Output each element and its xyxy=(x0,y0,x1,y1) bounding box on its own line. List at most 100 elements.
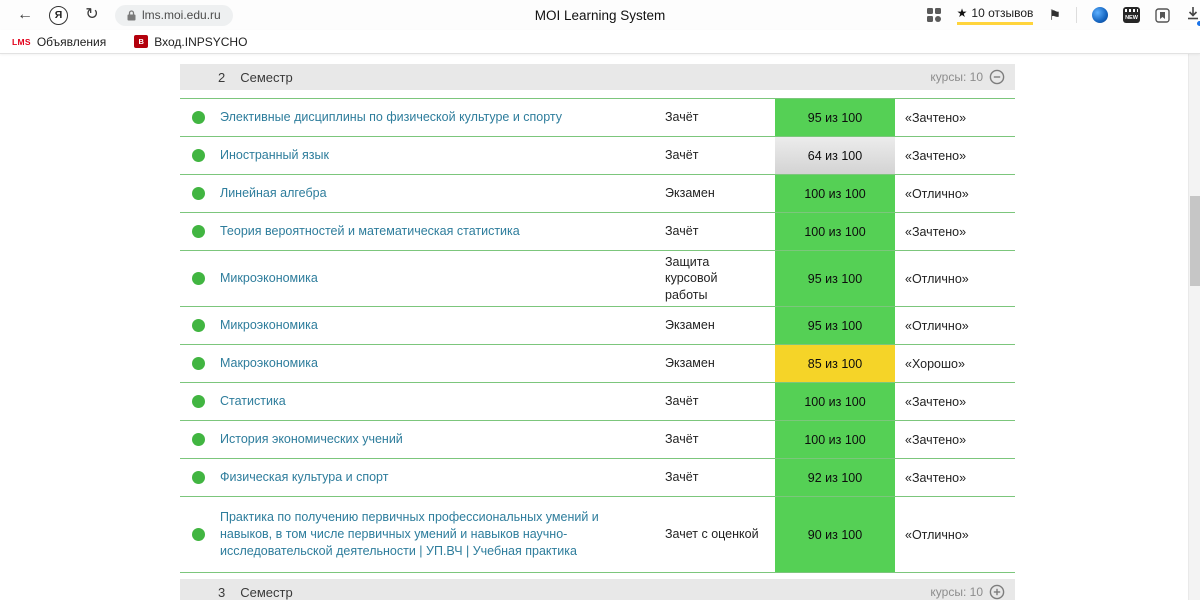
status-dot-icon xyxy=(192,433,205,446)
download-badge xyxy=(1196,19,1200,27)
reviews-label: 10 отзывов xyxy=(971,5,1034,20)
back-icon[interactable]: ← xyxy=(14,7,36,23)
table-row: Практика по получению первичных професси… xyxy=(180,497,1015,573)
grade-label: «Зачтено» xyxy=(905,148,967,163)
extension-new-icon[interactable]: NEW xyxy=(1123,7,1140,23)
score-cell: 95 из 100 xyxy=(775,99,895,136)
semester-2-header: 2 Семестр курсы: 10 xyxy=(180,64,1015,90)
grade-label: «Отлично» xyxy=(905,527,969,542)
score-value: 95 из 100 xyxy=(807,110,863,125)
scrollbar-track[interactable] xyxy=(1188,54,1200,600)
course-link[interactable]: Макроэкономика xyxy=(220,349,665,378)
course-link[interactable]: Физическая культура и спорт xyxy=(220,463,665,492)
status-dot-icon xyxy=(192,528,205,541)
score-cell: 95 из 100 xyxy=(775,251,895,306)
course-link[interactable]: Линейная алгебра xyxy=(220,179,665,208)
grade-label: «Зачтено» xyxy=(905,110,967,125)
score-cell: 100 из 100 xyxy=(775,383,895,420)
semester-title: Семестр xyxy=(240,584,293,600)
score-cell: 92 из 100 xyxy=(775,459,895,496)
status-dot-icon xyxy=(192,471,205,484)
grade-label: «Зачтено» xyxy=(905,432,967,447)
bookmark-label: Вход.INPSYCHO xyxy=(154,34,248,49)
collapse-icon[interactable] xyxy=(989,69,1005,85)
services-icon[interactable] xyxy=(926,7,942,23)
status-dot-icon xyxy=(192,395,205,408)
table-row: Линейная алгебра Экзамен 100 из 100 «Отл… xyxy=(180,175,1015,213)
score-value: 90 из 100 xyxy=(807,527,863,542)
assessment-type: Зачет с оценкой xyxy=(665,527,759,542)
star-icon: ★ xyxy=(956,5,968,20)
assessment-type: Зачёт xyxy=(665,432,699,447)
status-dot-icon xyxy=(192,111,205,124)
nav-group: ← Я ↻ xyxy=(14,5,103,25)
assessment-type: Экзамен xyxy=(665,318,715,333)
refresh-icon[interactable]: ↻ xyxy=(81,7,103,23)
course-link[interactable]: Микроэкономика xyxy=(220,264,665,293)
score-cell: 64 из 100 xyxy=(775,137,895,174)
bookmarks-bar: LMS Объявления В Вход.INPSYCHO xyxy=(0,30,1200,54)
expand-icon[interactable] xyxy=(989,584,1005,600)
status-dot-icon xyxy=(192,187,205,200)
yandex-icon[interactable]: Я xyxy=(49,5,68,25)
status-dot-icon xyxy=(192,319,205,332)
assessment-type: Зачёт xyxy=(665,110,699,125)
assessment-type: Зачёт xyxy=(665,224,699,239)
course-link[interactable]: Теория вероятностей и математическая ста… xyxy=(220,217,665,246)
status-dot-icon xyxy=(192,272,205,285)
course-link[interactable]: Микроэкономика xyxy=(220,311,665,340)
grade-label: «Зачтено» xyxy=(905,224,967,239)
semester-3-header: 3 Семестр курсы: 10 xyxy=(180,579,1015,600)
table-row: Теория вероятностей и математическая ста… xyxy=(180,213,1015,251)
table-row: Микроэкономика Экзамен 95 из 100 «Отличн… xyxy=(180,307,1015,345)
course-link[interactable]: Практика по получению первичных професси… xyxy=(220,503,665,566)
collections-icon[interactable] xyxy=(1155,7,1170,23)
page-viewport: 2 Семестр курсы: 10 Элективные дисциплин… xyxy=(0,54,1200,600)
inpsycho-favicon: В xyxy=(134,35,149,48)
courses-count: курсы: 10 xyxy=(930,70,983,84)
score-value: 100 из 100 xyxy=(804,224,866,239)
bookmark-flag-icon[interactable]: ⚑ xyxy=(1048,8,1061,22)
score-value: 100 из 100 xyxy=(804,186,866,201)
course-link[interactable]: Элективные дисциплины по физической куль… xyxy=(220,103,665,132)
score-cell: 100 из 100 xyxy=(775,213,895,250)
lms-favicon: LMS xyxy=(12,36,31,47)
course-link[interactable]: Статистика xyxy=(220,387,665,416)
table-row: Иностранный язык Зачёт 64 из 100 «Зачтен… xyxy=(180,137,1015,175)
status-dot-icon xyxy=(192,149,205,162)
address-bar[interactable]: lms.moi.edu.ru xyxy=(115,4,233,26)
course-link[interactable]: Иностранный язык xyxy=(220,141,665,170)
score-cell: 90 из 100 xyxy=(775,497,895,572)
score-value: 100 из 100 xyxy=(804,432,866,447)
toolbar-divider xyxy=(1076,7,1077,23)
table-row: История экономических учений Зачёт 100 и… xyxy=(180,421,1015,459)
score-value: 95 из 100 xyxy=(807,318,863,333)
bookmark-item-announcements[interactable]: LMS Объявления xyxy=(12,35,106,49)
assessment-type: Экзамен xyxy=(665,186,715,201)
courses-count: курсы: 10 xyxy=(930,585,983,599)
semester-title: Семестр xyxy=(240,69,293,85)
grade-label: «Отлично» xyxy=(905,318,969,333)
grade-label: «Хорошо» xyxy=(905,356,965,371)
grades-table: 2 Семестр курсы: 10 Элективные дисциплин… xyxy=(180,54,1015,600)
course-link[interactable]: История экономических учений xyxy=(220,425,665,454)
bookmark-item-inpsycho[interactable]: В Вход.INPSYCHO xyxy=(134,35,247,49)
extension-browser-icon[interactable] xyxy=(1092,7,1108,23)
score-value: 92 из 100 xyxy=(807,470,863,485)
reviews-badge[interactable]: ★ 10 отзывов xyxy=(956,5,1034,25)
table-row: Элективные дисциплины по физической куль… xyxy=(180,99,1015,137)
score-value: 100 из 100 xyxy=(804,394,866,409)
score-cell: 100 из 100 xyxy=(775,421,895,458)
table-row: Статистика Зачёт 100 из 100 «Зачтено» xyxy=(180,383,1015,421)
score-cell: 85 из 100 xyxy=(775,345,895,382)
toolbar-right: ★ 10 отзывов ⚑ NEW xyxy=(926,0,1200,30)
status-dot-icon xyxy=(192,225,205,238)
assessment-type: Экзамен xyxy=(665,356,715,371)
score-cell: 95 из 100 xyxy=(775,307,895,344)
score-value: 64 из 100 xyxy=(807,148,863,163)
grade-label: «Зачтено» xyxy=(905,394,967,409)
assessment-type: Зачёт xyxy=(665,394,699,409)
assessment-type: Зачёт xyxy=(665,148,699,163)
download-icon[interactable] xyxy=(1185,5,1200,27)
scrollbar-thumb[interactable] xyxy=(1190,196,1200,286)
